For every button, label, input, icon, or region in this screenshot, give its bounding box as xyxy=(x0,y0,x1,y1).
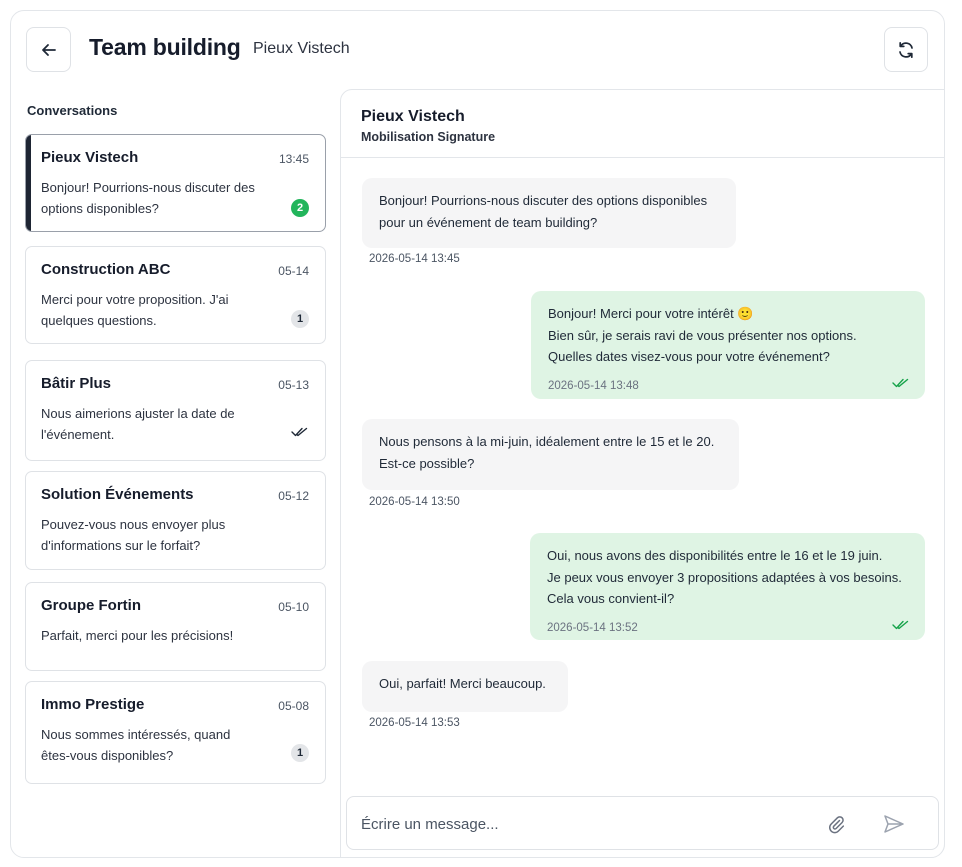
message-line: pour un événement de team building? xyxy=(379,214,598,230)
conversation-preview: Nous sommes intéressés, quand êtes-vous … xyxy=(41,727,231,763)
conversation-item-solution-evenements[interactable]: Solution Événements 05-12 Pouvez-vous no… xyxy=(25,471,326,570)
message-bubble-incoming: Nous pensons à la mi-juin, idéalement en… xyxy=(362,419,739,490)
message-line: Je peux vous envoyer 3 propositions adap… xyxy=(547,569,902,585)
double-check-icon xyxy=(892,620,909,630)
message-line: Bonjour! Merci pour votre intérêt 🙂 xyxy=(548,306,754,321)
send-icon xyxy=(884,815,904,833)
refresh-icon xyxy=(899,41,913,58)
conversation-item-pieux-vistech[interactable]: Pieux Vistech 13:45 Bonjour! Pourrions-n… xyxy=(25,134,326,232)
conversation-preview: Merci pour votre proposition. J'ai quelq… xyxy=(41,292,229,328)
back-button[interactable] xyxy=(26,27,71,72)
message-bubble-outgoing: Oui, nous avons des disponibilités entre… xyxy=(530,533,925,640)
message-line: Nous pensons à la mi-juin, idéalement en… xyxy=(379,434,715,449)
message-line: Quelles dates visez-vous pour votre évén… xyxy=(548,349,830,364)
message-bubble-incoming: Oui, parfait! Merci beaucoup. xyxy=(362,661,568,712)
message-bubble-incoming: Bonjour! Pourrions-nous discuter des opt… xyxy=(362,178,736,248)
message-line: Est-ce possible? xyxy=(379,455,475,471)
unread-badge: 1 xyxy=(291,744,309,762)
unread-badge: 1 xyxy=(291,310,309,328)
conversation-name: Pieux Vistech xyxy=(41,149,139,166)
message-timestamp: 2026-05-14 13:48 xyxy=(548,380,639,392)
conversation-name: Solution Événements xyxy=(41,486,194,503)
conversation-preview: Pouvez-vous nous envoyer plus d'informat… xyxy=(41,517,226,553)
conversation-name: Construction ABC xyxy=(41,261,171,278)
conversation-date: 05-12 xyxy=(278,489,309,503)
paperclip-icon xyxy=(829,816,845,834)
conversation-item-batir-plus[interactable]: Bâtir Plus 05-13 Nous aimerions ajuster … xyxy=(25,360,326,461)
message-line: Bien sûr, je serais ravi de vous présent… xyxy=(548,327,857,343)
message-input[interactable] xyxy=(361,809,801,839)
conversation-item-immo-prestige[interactable]: Immo Prestige 05-08 Nous sommes intéress… xyxy=(25,681,326,784)
message-timestamp: 2026-05-14 13:53 xyxy=(369,717,460,729)
message-composer xyxy=(346,796,939,850)
chat-header: Pieux Vistech Mobilisation Signature xyxy=(341,90,944,158)
conversation-preview: Nous aimerions ajuster la date de l'évén… xyxy=(41,406,235,442)
message-timestamp: 2026-05-14 13:50 xyxy=(369,496,460,508)
conversation-date: 05-13 xyxy=(278,378,309,392)
attach-button[interactable] xyxy=(825,813,847,835)
chat-contact-name: Pieux Vistech xyxy=(361,108,465,125)
refresh-button[interactable] xyxy=(884,27,928,72)
conversation-date: 05-10 xyxy=(278,600,309,614)
message-line: Cela vous convient-il? xyxy=(547,591,675,606)
page-title: Team building xyxy=(89,34,241,60)
conversation-name: Immo Prestige xyxy=(41,696,145,713)
conversation-name: Bâtir Plus xyxy=(41,375,112,392)
double-check-icon xyxy=(291,427,308,437)
message-timestamp: 2026-05-14 13:45 xyxy=(369,253,460,265)
message-timestamp: 2026-05-14 13:52 xyxy=(547,622,638,634)
send-button[interactable] xyxy=(882,813,906,835)
message-line: Bonjour! Pourrions-nous discuter des opt… xyxy=(379,193,708,208)
message-bubble-outgoing: Bonjour! Merci pour votre intérêt 🙂 Bien… xyxy=(531,291,925,399)
conversation-date: 05-08 xyxy=(278,699,309,713)
conversation-name: Groupe Fortin xyxy=(41,597,141,614)
conversation-item-construction-abc[interactable]: Construction ABC 05-14 Merci pour votre … xyxy=(25,246,326,344)
conversation-preview: Parfait, merci pour les précisions! xyxy=(41,628,234,643)
chat-panel: Pieux Vistech Mobilisation Signature Bon… xyxy=(340,89,945,858)
conversation-date: 05-14 xyxy=(278,264,309,278)
conversation-preview: Bonjour! Pourrions-nous discuter des opt… xyxy=(41,180,255,216)
arrow-left-icon xyxy=(41,43,56,56)
double-check-icon xyxy=(892,378,909,388)
sidebar-heading: Conversations xyxy=(27,103,118,118)
page-subtitle: Pieux Vistech xyxy=(253,40,350,57)
message-line: Oui, parfait! Merci beaucoup. xyxy=(379,676,546,691)
unread-badge: 2 xyxy=(291,199,309,217)
conversation-date: 13:45 xyxy=(278,152,309,166)
conversation-item-groupe-fortin[interactable]: Groupe Fortin 05-10 Parfait, merci pour … xyxy=(25,582,326,671)
message-line: Oui, nous avons des disponibilités entre… xyxy=(547,548,883,563)
chat-contact-subtitle: Mobilisation Signature xyxy=(361,130,496,144)
